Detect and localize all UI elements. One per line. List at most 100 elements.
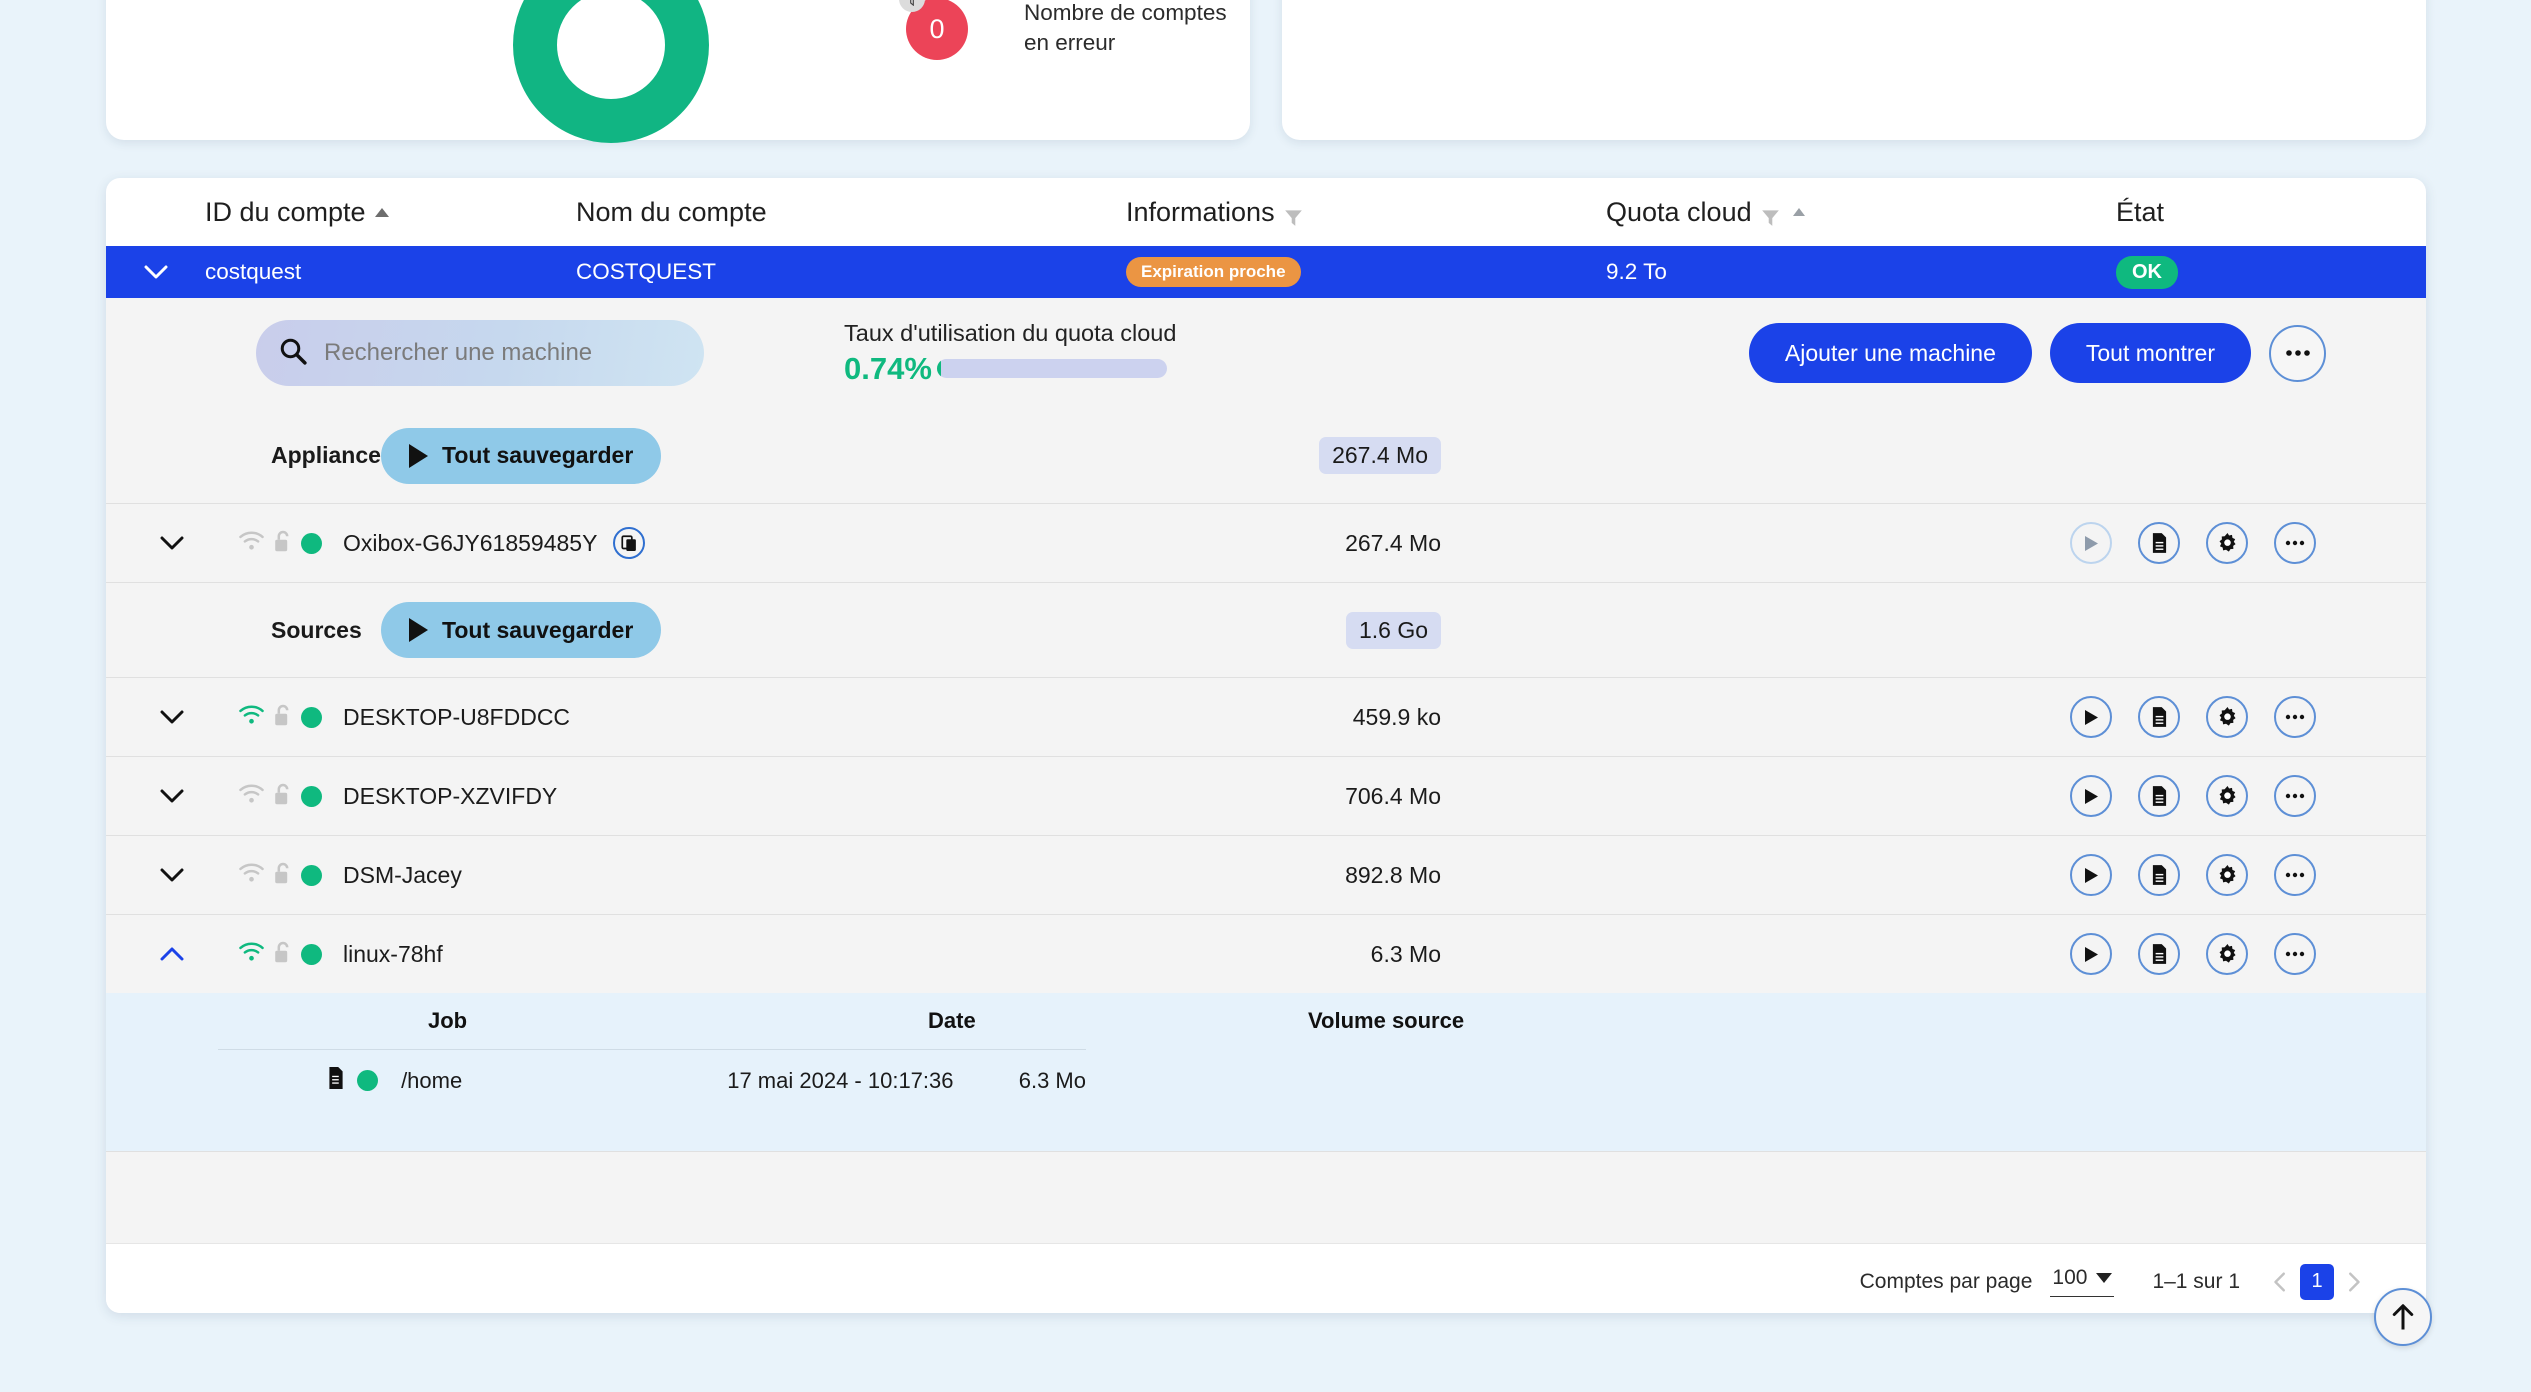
play-icon	[409, 443, 428, 468]
row-status-icons	[238, 529, 343, 558]
more-actions-button[interactable]	[2274, 854, 2316, 896]
per-page-value: 100	[2052, 1266, 2088, 1289]
table-row[interactable]: linux-78hf 6.3 Mo	[106, 914, 2426, 993]
status-dot-online	[301, 785, 322, 807]
settings-button[interactable]	[2206, 854, 2248, 896]
row-expand-toggle[interactable]	[106, 710, 238, 724]
more-actions-button[interactable]	[2274, 522, 2316, 564]
error-label-line-2: en erreur	[1024, 30, 1116, 55]
filter-icon[interactable]	[1761, 203, 1780, 226]
logs-button[interactable]	[2138, 933, 2180, 975]
settings-button[interactable]	[2206, 696, 2248, 738]
group-header-sources: Sources Tout sauvegarder 1.6 Go	[106, 582, 2426, 677]
row-expand-toggle[interactable]	[106, 536, 238, 550]
table-row[interactable]: DESKTOP-XZVIFDY 706.4 Mo	[106, 756, 2426, 835]
table-row[interactable]: DSM-Jacey 892.8 Mo	[106, 835, 2426, 914]
more-actions-button[interactable]	[2274, 696, 2316, 738]
row-actions	[2070, 854, 2316, 896]
table-row[interactable]: DESKTOP-U8FDDCC 459.9 ko	[106, 677, 2426, 756]
machine-name-label: DSM-Jacey	[343, 861, 462, 888]
row-status-icons	[238, 940, 343, 969]
row-collapse-toggle[interactable]	[106, 947, 238, 961]
machine-name-cell: linux-78hf	[343, 941, 443, 968]
job-volume-cell: 6.3 Mo	[1018, 1067, 1086, 1093]
scroll-to-top-button[interactable]	[2374, 1288, 2432, 1346]
job-status-icons	[328, 1067, 401, 1094]
previous-page-button[interactable]	[2270, 1271, 2292, 1293]
play-button[interactable]	[2070, 854, 2112, 896]
more-actions-button[interactable]	[2274, 775, 2316, 817]
job-row[interactable]: /home 17 mai 2024 - 10:17:36 6.3 Mo	[218, 1049, 1086, 1111]
column-header-informations[interactable]: Informations	[1126, 197, 1606, 228]
column-header-account-name[interactable]: Nom du compte	[576, 197, 1126, 228]
account-row-selected[interactable]: costquest COSTQUEST Expiration proche 9.…	[106, 246, 2426, 298]
column-header-account-name-label: Nom du compte	[576, 196, 767, 227]
settings-button[interactable]	[2206, 933, 2248, 975]
machine-name-cell: DESKTOP-U8FDDCC	[343, 704, 570, 731]
column-header-state[interactable]: État	[2116, 197, 2376, 228]
app-page: 0 Nombre de comptes en erreur ID du comp…	[0, 0, 2531, 1392]
next-page-button[interactable]	[2342, 1271, 2364, 1293]
machine-name-label: Oxibox-G6JY61859485Y	[343, 529, 598, 556]
column-header-cloud-quota[interactable]: Quota cloud	[1606, 197, 2116, 228]
machine-row-wrapper: DSM-Jacey 892.8 Mo	[106, 835, 2426, 914]
copy-icon[interactable]	[613, 527, 646, 559]
accounts-table-panel: ID du compte Nom du compte Informations …	[106, 178, 2426, 1313]
status-dot-online	[357, 1070, 378, 1091]
page-number-button[interactable]: 1	[2300, 1263, 2334, 1300]
search-input[interactable]	[324, 339, 654, 367]
play-button[interactable]	[2070, 775, 2112, 817]
jobs-column-header-job: Job	[428, 1008, 468, 1033]
row-expand-toggle[interactable]	[106, 868, 238, 882]
row-expand-toggle[interactable]	[106, 789, 238, 803]
chevron-down-icon	[2096, 1273, 2113, 1283]
table-row[interactable]: Oxibox-G6JY61859485Y 267.4 Mo	[106, 503, 2426, 582]
sort-ascending-icon[interactable]	[374, 207, 389, 217]
play-button[interactable]	[2070, 522, 2112, 564]
search-machine-box[interactable]	[256, 320, 704, 386]
jobs-header-row: Job Date Volume source	[106, 993, 2426, 1049]
sort-ascending-icon[interactable]	[1792, 208, 1805, 216]
backup-all-sources-button[interactable]: Tout sauvegarder	[381, 602, 662, 658]
cloud-quota-progress-fill	[936, 359, 941, 378]
add-machine-button[interactable]: Ajouter une machine	[1748, 323, 2032, 383]
jobs-column-header-date: Date	[928, 1008, 976, 1033]
account-quota-cell: 9.2 To	[1606, 259, 1667, 284]
backup-all-appliances-button[interactable]: Tout sauvegarder	[381, 427, 662, 484]
logs-button[interactable]	[2138, 522, 2180, 564]
play-button[interactable]	[2070, 933, 2112, 975]
jobs-panel-spacer	[106, 1111, 2426, 1151]
more-options-button[interactable]	[2269, 324, 2326, 382]
backup-all-appliances-label: Tout sauvegarder	[442, 442, 634, 468]
error-count-value: 0	[929, 13, 945, 44]
cloud-quota-usage: Taux d'utilisation du quota cloud 0.74%	[844, 320, 1176, 387]
wifi-icon	[238, 530, 265, 556]
per-page-select[interactable]: 100	[2050, 1266, 2115, 1297]
logs-button[interactable]	[2138, 696, 2180, 738]
unlock-icon	[272, 703, 294, 732]
unlock-icon	[272, 940, 294, 969]
logs-button[interactable]	[2138, 775, 2180, 817]
more-actions-button[interactable]	[2274, 933, 2316, 975]
column-header-account-id[interactable]: ID du compte	[106, 197, 576, 228]
machine-name-label: DESKTOP-U8FDDCC	[343, 703, 571, 730]
column-header-cloud-quota-label: Quota cloud	[1606, 196, 1752, 227]
cloud-quota-usage-label: Taux d'utilisation du quota cloud	[844, 319, 1177, 346]
account-id-cell: costquest	[205, 259, 302, 284]
accounts-summary-card: 0 Nombre de comptes en erreur	[106, 0, 1250, 143]
unlock-icon	[272, 529, 294, 558]
wifi-icon	[238, 941, 265, 967]
machine-row-wrapper: Oxibox-G6JY61859485Y 267.4 Mo	[106, 503, 2426, 582]
row-actions	[2070, 696, 2316, 738]
table-header-row: ID du compte Nom du compte Informations …	[106, 178, 2426, 246]
machine-name-cell: DESKTOP-XZVIFDY	[343, 783, 557, 810]
settings-button[interactable]	[2206, 775, 2248, 817]
logs-button[interactable]	[2138, 854, 2180, 896]
account-info-cell: Expiration proche	[1126, 257, 1606, 287]
show-all-button[interactable]: Tout montrer	[2049, 323, 2251, 383]
settings-button[interactable]	[2206, 522, 2248, 564]
filter-icon[interactable]	[1284, 203, 1303, 226]
machine-row-wrapper: DESKTOP-U8FDDCC 459.9 ko	[106, 677, 2426, 756]
jobs-column-header-volume: Volume source	[1308, 1008, 1465, 1033]
play-button[interactable]	[2070, 696, 2112, 738]
